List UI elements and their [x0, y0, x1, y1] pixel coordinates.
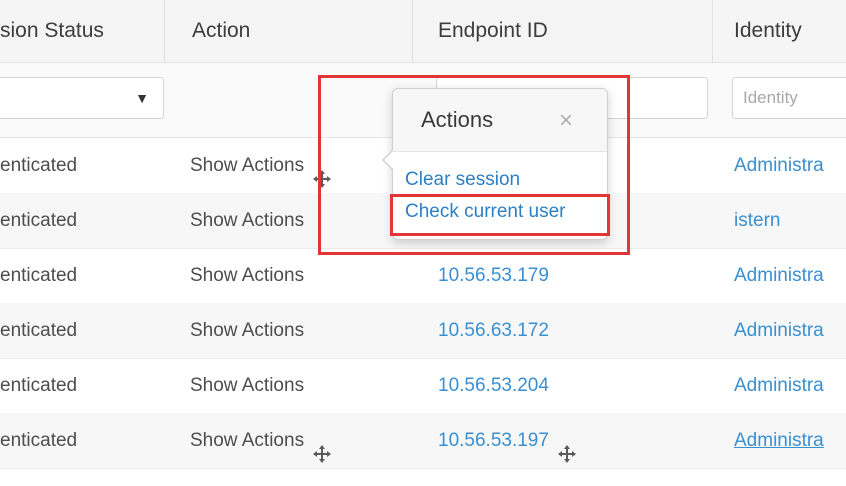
move-arrows-icon	[557, 431, 577, 463]
table-row[interactable]: enticated Show Actions 10.56.53.197 Adminis…	[0, 413, 846, 469]
show-actions-label: Show Actions	[190, 210, 305, 231]
show-actions-label: Show Actions	[190, 375, 305, 396]
identity-link[interactable]: Administra	[734, 375, 824, 396]
show-actions-link[interactable]: Show Actions	[190, 138, 332, 193]
identity-cell[interactable]: Administra	[734, 413, 846, 468]
move-arrows-icon	[312, 156, 332, 188]
show-actions-label: Show Actions	[190, 155, 305, 176]
endpoint-id-cell[interactable]: 10.56.53.179	[438, 248, 549, 303]
endpoint-id-cell[interactable]: 10.56.53.197	[438, 413, 577, 468]
identity-link[interactable]: Administra	[734, 155, 824, 176]
check-current-user-link[interactable]: Check current user	[405, 201, 566, 223]
identity-link[interactable]: Administra	[734, 320, 824, 341]
identity-cell[interactable]: Administra	[734, 303, 846, 358]
clear-session-link[interactable]: Clear session	[405, 169, 520, 191]
table-row[interactable]: enticated Show Actions 10.56.63.172 Adminis…	[0, 303, 846, 359]
identity-link[interactable]: Administra	[734, 265, 824, 286]
show-actions-link[interactable]: Show Actions	[190, 193, 304, 248]
popover-title: Actions	[421, 107, 494, 132]
session-status-cell: enticated	[0, 430, 78, 451]
endpoint-id-link[interactable]: 10.56.63.172	[438, 320, 549, 341]
identity-cell[interactable]: Administra	[734, 248, 846, 303]
session-status-cell: enticated	[0, 375, 78, 396]
table-row[interactable]: enticated Show Actions 10.56.53.204 Adminis…	[0, 358, 846, 414]
close-icon[interactable]: ×	[559, 109, 573, 133]
popover-arrow-inner	[384, 150, 394, 170]
table-row[interactable]: enticated Show Actions 10.56.53.179 Adminis…	[0, 248, 846, 304]
show-actions-link[interactable]: Show Actions	[190, 358, 304, 413]
show-actions-label: Show Actions	[190, 320, 305, 341]
actions-popover: Actions × Clear session Check current us…	[382, 88, 608, 240]
show-actions-label: Show Actions	[190, 265, 305, 286]
show-actions-link[interactable]: Show Actions	[190, 303, 304, 358]
column-divider[interactable]	[412, 0, 413, 62]
column-header-session-status[interactable]: sion Status	[0, 0, 104, 62]
popover-header: Actions ×	[393, 89, 607, 152]
column-header-action[interactable]: Action	[192, 0, 250, 62]
column-header-identity[interactable]: Identity	[734, 0, 802, 62]
identity-filter-input[interactable]	[732, 77, 846, 119]
endpoint-id-link[interactable]: 10.56.53.197	[438, 430, 549, 451]
endpoint-id-link[interactable]: 10.56.53.179	[438, 265, 549, 286]
show-actions-link[interactable]: Show Actions	[190, 413, 332, 468]
column-divider[interactable]	[164, 0, 165, 62]
identity-cell[interactable]: istern	[734, 193, 846, 248]
table-header-row: sion Status Action Endpoint ID Identity	[0, 0, 846, 63]
column-header-endpoint-id[interactable]: Endpoint ID	[438, 0, 548, 62]
identity-cell[interactable]: Administra	[734, 358, 846, 413]
endpoint-id-cell[interactable]: 10.56.63.172	[438, 303, 549, 358]
session-status-cell: enticated	[0, 265, 78, 286]
endpoint-id-link[interactable]: 10.56.53.204	[438, 375, 549, 396]
identity-link[interactable]: Administra	[734, 430, 824, 451]
show-actions-label: Show Actions	[190, 430, 305, 451]
session-status-cell: enticated	[0, 320, 78, 341]
show-actions-link[interactable]: Show Actions	[190, 248, 304, 303]
identity-link[interactable]: istern	[734, 210, 780, 231]
session-status-cell: enticated	[0, 210, 78, 231]
move-arrows-icon	[312, 431, 332, 463]
session-status-cell: enticated	[0, 155, 78, 176]
identity-cell[interactable]: Administra	[734, 138, 846, 193]
session-status-filter[interactable]: ▼	[0, 77, 164, 119]
caret-down-icon: ▼	[135, 90, 149, 106]
endpoint-id-cell[interactable]: 10.56.53.204	[438, 358, 549, 413]
column-divider[interactable]	[712, 0, 713, 62]
